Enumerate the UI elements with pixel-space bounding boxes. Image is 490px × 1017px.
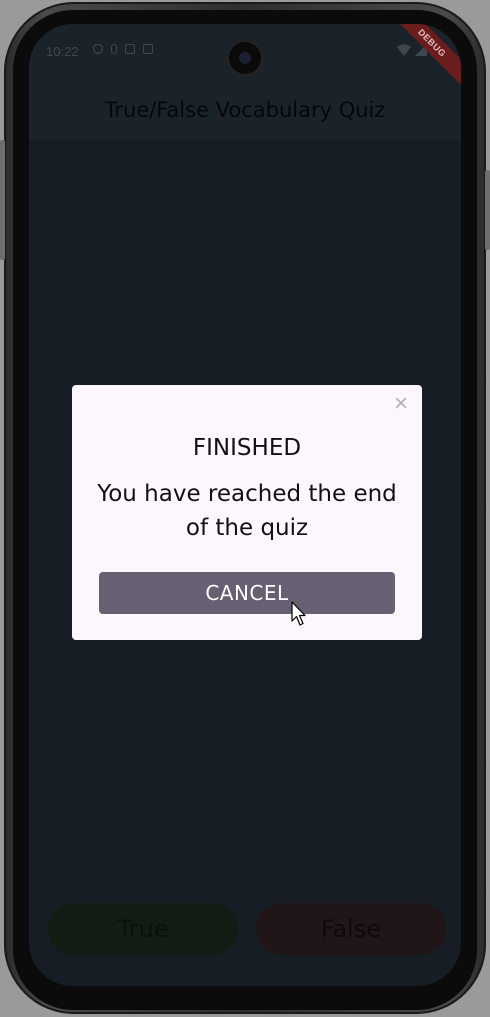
volume-button — [0, 140, 5, 260]
notification-icons — [93, 44, 153, 54]
close-icon[interactable]: × — [390, 392, 412, 416]
media-icon — [143, 44, 153, 54]
finished-dialog: × FINISHED You have reached the end of t… — [72, 385, 422, 640]
power-button — [485, 170, 490, 250]
app-bar: True/False Vocabulary Quiz — [29, 80, 461, 140]
true-button[interactable]: True — [48, 903, 238, 955]
front-camera — [229, 42, 261, 74]
usb-icon — [111, 44, 117, 54]
dialog-message: You have reached the end of the quiz — [97, 481, 397, 541]
sd-card-icon — [125, 44, 135, 54]
device-screen: 10:22 True/False Vocabulary Quiz True Fa… — [29, 24, 461, 986]
page-title: True/False Vocabulary Quiz — [104, 98, 386, 122]
status-bar: 10:22 — [29, 24, 461, 80]
mouse-cursor-icon — [291, 601, 306, 626]
shield-icon — [93, 44, 103, 54]
dialog-title: FINISHED — [192, 435, 302, 461]
cancel-button[interactable]: CANCEL — [99, 572, 395, 614]
wifi-icon — [397, 44, 411, 56]
false-button[interactable]: False — [256, 903, 446, 955]
status-time: 10:22 — [46, 44, 79, 59]
